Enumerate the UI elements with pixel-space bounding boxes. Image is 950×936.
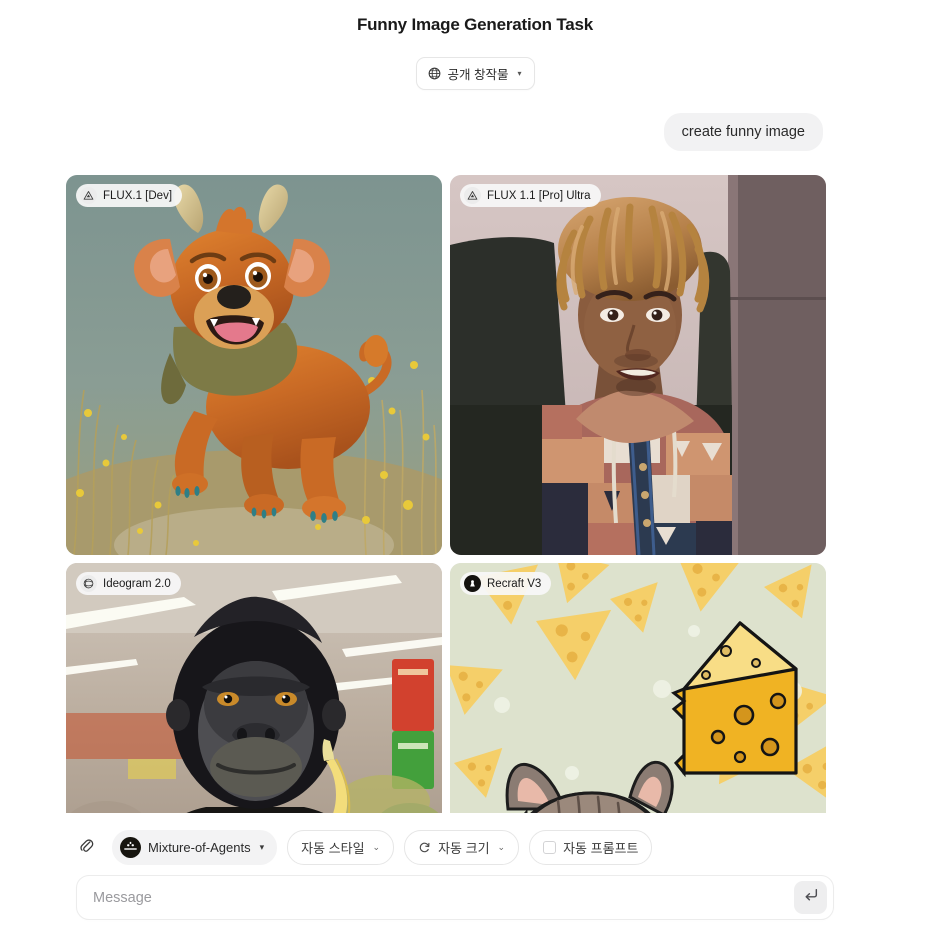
image-results-grid: FLUX.1 [Dev] FLUX 1.1 [Pro] Ultra Ideogr… — [66, 175, 826, 813]
enter-arrow-icon — [803, 887, 819, 908]
model-selector-button[interactable]: Mixture-of-Agents ▾ — [112, 830, 278, 865]
model-badge-label: Recraft V3 — [487, 577, 542, 590]
app-root: Funny Image Generation Task 공개 창작물 ▾ cre… — [0, 0, 950, 936]
chevron-down-icon: ⌄ — [497, 842, 506, 852]
auto-prompt-toggle[interactable]: 자동 프롬프트 — [529, 830, 653, 865]
auto-prompt-checkbox[interactable] — [543, 841, 557, 854]
model-selector-label: Mixture-of-Agents — [148, 840, 251, 855]
generated-image-portrait — [450, 175, 826, 555]
recraft-circle-icon — [464, 575, 481, 592]
chevron-down-icon: ⌄ — [372, 842, 381, 852]
model-badge-label: Ideogram 2.0 — [103, 577, 171, 590]
style-selector-button[interactable]: 자동 스타일 ⌄ — [287, 830, 395, 865]
public-creations-label: 공개 창작물 — [447, 68, 509, 82]
user-message-row: create funny image — [0, 113, 950, 151]
message-input[interactable] — [77, 889, 794, 906]
result-tile-recraft[interactable]: Recraft V3 — [450, 563, 826, 813]
model-badge: Ideogram 2.0 — [76, 572, 181, 595]
generated-image-bulldog — [66, 175, 442, 555]
result-tile-flux-dev[interactable]: FLUX.1 [Dev] — [66, 175, 442, 555]
user-message-bubble: create funny image — [663, 113, 823, 151]
message-composer — [76, 875, 834, 920]
page-title: Funny Image Generation Task — [356, 15, 594, 34]
model-badge-label: FLUX 1.1 [Pro] Ultra — [487, 189, 591, 202]
ideogram-sphere-icon — [80, 575, 97, 592]
send-button[interactable] — [794, 881, 827, 914]
result-tile-flux-pro-ultra[interactable]: FLUX 1.1 [Pro] Ultra — [450, 175, 826, 555]
agents-icon — [120, 837, 141, 858]
model-badge: FLUX 1.1 [Pro] Ultra — [460, 184, 601, 207]
generated-image-gorilla — [66, 563, 442, 813]
flux-triangle-icon — [464, 187, 481, 204]
size-selector-button[interactable]: 자동 크기 ⌄ — [404, 830, 520, 865]
size-selector-label: 자동 크기 — [438, 841, 490, 856]
model-badge: FLUX.1 [Dev] — [76, 184, 183, 207]
scope-row: 공개 창작물 ▾ — [0, 57, 950, 90]
paperclip-icon — [79, 837, 94, 859]
refresh-icon — [418, 841, 431, 854]
chevron-down-icon: ▾ — [259, 842, 265, 852]
flux-triangle-icon — [80, 187, 97, 204]
auto-prompt-label: 자동 프롬프트 — [563, 841, 639, 856]
style-selector-label: 자동 스타일 — [301, 841, 365, 856]
model-badge: Recraft V3 — [460, 572, 552, 595]
result-tile-ideogram[interactable]: Ideogram 2.0 — [66, 563, 442, 813]
chevron-down-icon: ▾ — [517, 68, 522, 78]
generated-image-cheese-cat — [450, 563, 826, 813]
composer-toolbar: Mixture-of-Agents ▾ 자동 스타일 ⌄ 자동 크기 ⌄ 자동 … — [74, 830, 653, 865]
attach-file-button[interactable] — [74, 835, 98, 861]
public-creations-dropdown[interactable]: 공개 창작물 ▾ — [415, 57, 535, 90]
model-badge-label: FLUX.1 [Dev] — [103, 189, 173, 202]
globe-icon — [428, 67, 441, 80]
